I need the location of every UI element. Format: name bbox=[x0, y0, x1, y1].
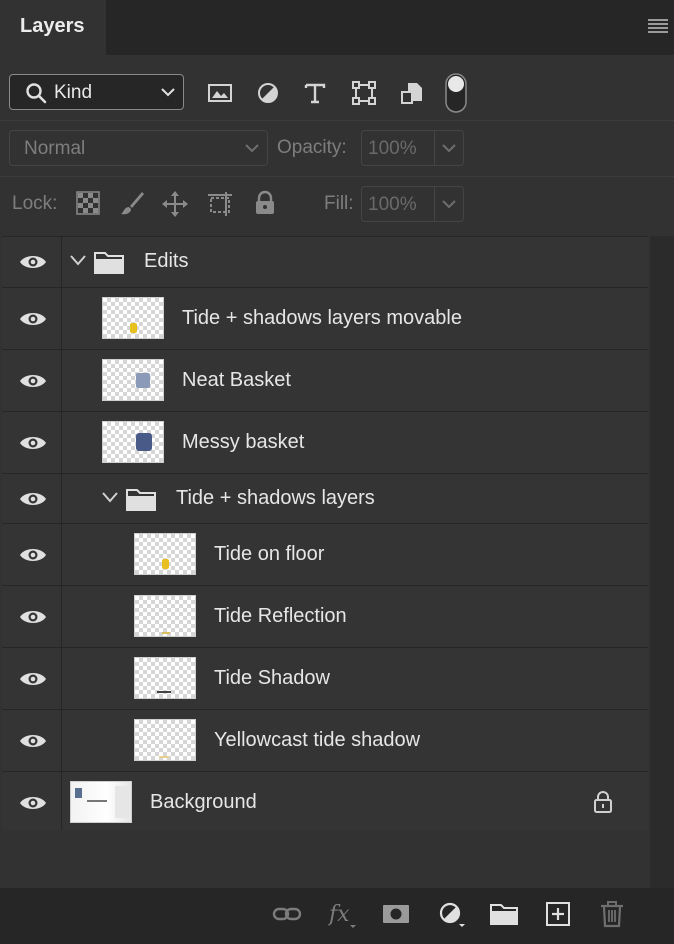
layer-row[interactable]: Tide Shadow bbox=[2, 647, 648, 709]
layer-name: Tide Shadow bbox=[214, 667, 330, 689]
new-group-icon[interactable] bbox=[489, 900, 519, 928]
chevron-down-icon bbox=[442, 144, 456, 153]
layer-thumbnail[interactable] bbox=[102, 297, 164, 339]
lock-artboard-icon[interactable] bbox=[206, 190, 234, 218]
eye-icon bbox=[20, 256, 46, 268]
visibility-toggle[interactable] bbox=[2, 350, 62, 411]
opacity-field[interactable]: 100% bbox=[361, 130, 464, 166]
adjustment-filter-icon[interactable] bbox=[254, 79, 282, 107]
fill-dropdown[interactable] bbox=[434, 187, 463, 221]
visibility-toggle[interactable] bbox=[2, 412, 62, 473]
layer-thumbnail[interactable] bbox=[102, 421, 164, 463]
layer-row[interactable]: Yellowcast tide shadow bbox=[2, 709, 648, 771]
opacity-value: 100% bbox=[368, 138, 417, 159]
lock-label: Lock: bbox=[12, 193, 58, 214]
hamburger-menu-icon[interactable] bbox=[648, 18, 668, 34]
visibility-toggle[interactable] bbox=[2, 586, 62, 647]
eye-icon bbox=[20, 673, 46, 685]
fill-label: Fill: bbox=[324, 193, 354, 214]
layer-name: Neat Basket bbox=[182, 369, 291, 391]
layer-row-edits[interactable]: Edits bbox=[2, 236, 648, 287]
chevron-down-icon bbox=[245, 144, 259, 153]
chevron-down-icon[interactable] bbox=[102, 492, 118, 503]
chevron-down-icon bbox=[442, 200, 456, 209]
eye-icon bbox=[20, 797, 46, 809]
layer-row-group[interactable]: Tide + shadows layers bbox=[2, 473, 648, 523]
search-icon bbox=[26, 83, 47, 104]
divider bbox=[0, 120, 674, 121]
delete-layer-icon[interactable] bbox=[597, 900, 627, 928]
add-mask-icon[interactable] bbox=[381, 900, 411, 928]
layer-thumbnail[interactable] bbox=[134, 719, 196, 761]
smart-object-filter-icon[interactable] bbox=[398, 79, 426, 107]
layer-name: Yellowcast tide shadow bbox=[214, 729, 421, 751]
layer-row[interactable]: Tide on floor bbox=[2, 523, 648, 585]
kind-filter-label: Kind bbox=[54, 82, 93, 103]
layer-row-background[interactable]: Background bbox=[2, 771, 648, 830]
folder-icon bbox=[126, 489, 156, 511]
eye-icon bbox=[20, 611, 46, 623]
folder-icon bbox=[94, 252, 124, 274]
new-layer-icon[interactable] bbox=[543, 900, 573, 928]
eye-icon bbox=[20, 735, 46, 747]
layer-row[interactable]: Neat Basket bbox=[2, 349, 648, 411]
layer-name: Tide on floor bbox=[214, 543, 325, 565]
layer-row[interactable]: Tide + shadows layers movable bbox=[2, 287, 648, 349]
shape-filter-icon[interactable] bbox=[350, 79, 378, 107]
layer-thumbnail[interactable] bbox=[134, 533, 196, 575]
eye-icon bbox=[20, 313, 46, 325]
fill-field[interactable]: 100% bbox=[361, 186, 464, 222]
layer-row[interactable]: Messy basket bbox=[2, 411, 648, 473]
layer-name: Background bbox=[150, 791, 257, 813]
tab-layers[interactable]: Layers bbox=[0, 0, 106, 55]
visibility-toggle[interactable] bbox=[2, 710, 62, 771]
layer-name: Messy basket bbox=[182, 431, 305, 453]
layers-list: Edits Tide + shadows layers movable Neat… bbox=[2, 236, 648, 830]
layer-name: Edits bbox=[144, 250, 189, 272]
visibility-toggle[interactable] bbox=[2, 288, 62, 349]
eye-icon bbox=[20, 549, 46, 561]
layers-scrollbar[interactable] bbox=[650, 236, 674, 888]
visibility-toggle[interactable] bbox=[2, 648, 62, 709]
lock-all-icon[interactable] bbox=[251, 189, 279, 217]
layer-name: Tide + shadows layers movable bbox=[182, 307, 462, 329]
lock-paint-icon[interactable] bbox=[118, 189, 146, 217]
eye-icon bbox=[20, 375, 46, 387]
lock-transparency-icon[interactable] bbox=[75, 190, 101, 216]
layer-name: Tide + shadows layers bbox=[176, 487, 375, 509]
link-layers-icon[interactable] bbox=[272, 900, 302, 928]
tab-layers-label: Layers bbox=[20, 15, 85, 37]
new-adjustment-icon[interactable] bbox=[436, 900, 466, 928]
image-filter-icon[interactable] bbox=[206, 79, 234, 107]
lock-position-icon[interactable] bbox=[161, 190, 189, 218]
opacity-dropdown[interactable] bbox=[434, 131, 463, 165]
type-filter-icon[interactable] bbox=[301, 79, 329, 107]
opacity-label: Opacity: bbox=[277, 137, 347, 158]
eye-icon bbox=[20, 493, 46, 505]
divider bbox=[0, 176, 674, 177]
blend-mode-select[interactable]: Normal bbox=[9, 130, 268, 166]
layer-thumbnail[interactable] bbox=[134, 657, 196, 699]
kind-filter-select[interactable]: Kind bbox=[9, 74, 184, 110]
layers-empty-area bbox=[2, 830, 648, 888]
visibility-toggle[interactable] bbox=[2, 237, 62, 287]
blend-mode-label: Normal bbox=[24, 138, 86, 159]
lock-icon[interactable] bbox=[592, 790, 614, 814]
fx-icon[interactable]: fx bbox=[328, 900, 358, 928]
layer-thumbnail[interactable] bbox=[134, 595, 196, 637]
layer-name: Tide Reflection bbox=[214, 605, 347, 627]
visibility-toggle[interactable] bbox=[2, 772, 62, 830]
background-thumbnail[interactable] bbox=[70, 781, 132, 823]
fill-value: 100% bbox=[368, 194, 417, 215]
eye-icon bbox=[20, 437, 46, 449]
visibility-toggle[interactable] bbox=[2, 524, 62, 585]
chevron-down-icon bbox=[161, 88, 175, 97]
svg-text:fx: fx bbox=[328, 902, 350, 927]
layer-thumbnail[interactable] bbox=[102, 359, 164, 401]
layer-row[interactable]: Tide Reflection bbox=[2, 585, 648, 647]
visibility-toggle[interactable] bbox=[2, 474, 62, 523]
chevron-down-icon[interactable] bbox=[70, 255, 86, 266]
filter-toggle-icon[interactable] bbox=[445, 73, 467, 113]
